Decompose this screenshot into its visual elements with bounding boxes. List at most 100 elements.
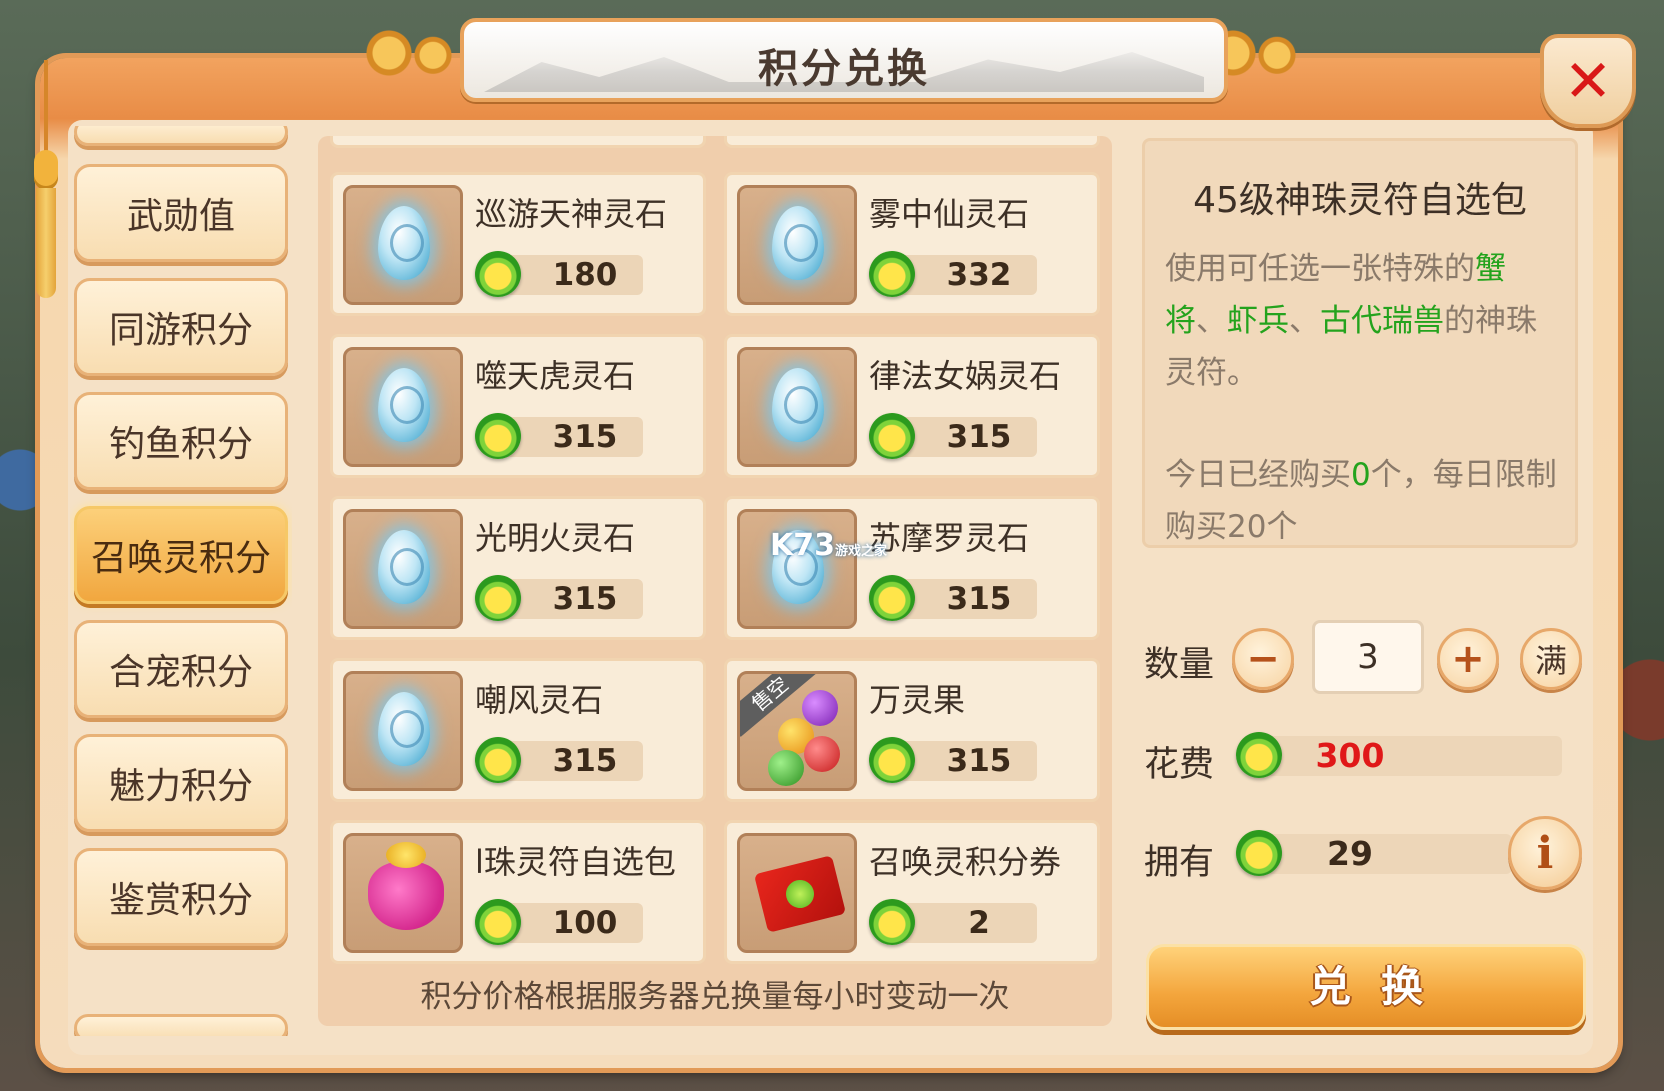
points-gem-icon (475, 899, 521, 945)
spirit-stone-egg-icon (378, 368, 430, 442)
item-thumb (343, 509, 463, 629)
item-thumb (343, 671, 463, 791)
item-name: 噬天虎灵石 (475, 357, 636, 395)
own-value: 29 (1258, 834, 1512, 874)
category-pet-merge[interactable]: 合宠积分 (74, 620, 288, 718)
item-thumb (737, 185, 857, 305)
window-title: 积分兑换 (758, 46, 930, 92)
info-button[interactable]: i (1508, 816, 1582, 890)
watermark-sub: 游戏之家 (835, 544, 888, 559)
points-gem-icon (475, 575, 521, 621)
item-name: l珠灵符自选包 (475, 843, 676, 881)
own-label: 拥有 (1144, 843, 1215, 883)
category-sidebar[interactable]: 武勋值 同游积分 钓鱼积分 召唤灵积分 合宠积分 魅力积分 鉴赏积分 (70, 126, 292, 1036)
item-card[interactable]: 巡游天神灵石 180 (330, 172, 706, 316)
points-gem-icon (869, 251, 915, 297)
purchase-limit: 今日已经购买0个，每日限制购买20个 (1165, 449, 1559, 545)
item-price: 332 (897, 255, 1037, 295)
spirit-stone-egg-icon (772, 368, 824, 442)
title-plate: 积分兑换 (460, 18, 1228, 102)
item-name: 律法女娲灵石 (869, 357, 1062, 395)
category-wuxun[interactable]: 武勋值 (74, 164, 288, 262)
item-price: 180 (503, 255, 643, 295)
item-name: 嘲风灵石 (475, 681, 604, 719)
points-gem-icon (475, 251, 521, 297)
limit-count: 0 (1351, 457, 1371, 493)
category-tongyou[interactable]: 同游积分 (74, 278, 288, 376)
desc-text: 、 (1196, 303, 1227, 339)
item-name: 万灵果 (869, 681, 966, 719)
item-grid[interactable]: 巡游天神灵石 180 雾中仙灵石 332 噬天虎灵石 315 律法女娲灵石 31… (318, 136, 1112, 1026)
spirit-stone-egg-icon (378, 692, 430, 766)
category-partial-top[interactable] (74, 126, 288, 146)
item-detail-panel: 45级神珠灵符自选包 使用可任选一张特殊的蟹将、虾兵、古代瑞兽的神珠灵符。 今日… (1142, 138, 1578, 548)
item-card[interactable]: 苏摩罗灵石 315 (724, 496, 1100, 640)
desc-highlight: 古代瑞兽 (1320, 303, 1444, 339)
lucky-bag-icon (368, 842, 444, 930)
item-card[interactable]: l珠灵符自选包 100 (330, 820, 706, 964)
item-card[interactable]: 光明火灵石 315 (330, 496, 706, 640)
item-card[interactable]: 召唤灵积分券 2 (724, 820, 1100, 964)
category-appraise[interactable]: 鉴赏积分 (74, 848, 288, 946)
coupon-icon (753, 855, 847, 933)
points-gem-icon (869, 737, 915, 783)
item-card[interactable]: 律法女娲灵石 315 (724, 334, 1100, 478)
item-price: 100 (503, 903, 643, 943)
category-fishing[interactable]: 钓鱼积分 (74, 392, 288, 490)
item-name: 召唤灵积分券 (869, 843, 1062, 881)
tassel-decoration (26, 60, 66, 300)
points-gem-icon (475, 737, 521, 783)
cloud-ornament-left (356, 30, 466, 76)
fruit-cluster-icon (768, 750, 804, 786)
max-button[interactable]: 满 (1520, 628, 1582, 690)
item-thumb (737, 509, 857, 629)
item-card-partial[interactable] (724, 136, 1100, 148)
minus-button[interactable]: − (1232, 628, 1294, 690)
item-name: 光明火灵石 (475, 519, 636, 557)
points-gem-icon (869, 413, 915, 459)
desc-text: 、 (1289, 303, 1320, 339)
item-price: 2 (897, 903, 1037, 943)
quantity-label: 数量 (1144, 645, 1215, 685)
price-notice: 积分价格根据服务器兑换量每小时变动一次 (420, 979, 1010, 1015)
item-thumb (343, 833, 463, 953)
item-thumb (737, 833, 857, 953)
item-card[interactable]: 售空 万灵果 315 (724, 658, 1100, 802)
item-price: 315 (897, 579, 1037, 619)
spirit-stone-egg-icon (378, 530, 430, 604)
item-card[interactable]: 嘲风灵石 315 (330, 658, 706, 802)
item-price: 315 (503, 579, 643, 619)
quantity-input[interactable]: 3 (1312, 620, 1424, 694)
fruit-cluster-icon (802, 690, 838, 726)
detail-title: 45级神珠灵符自选包 (1193, 180, 1527, 221)
watermark-brand: K73 (770, 528, 835, 563)
close-button[interactable]: ✕ (1540, 34, 1636, 128)
limit-text: 今日已经购买 (1165, 457, 1351, 493)
item-thumb (343, 347, 463, 467)
plus-button[interactable]: + (1437, 628, 1499, 690)
spirit-stone-egg-icon (772, 206, 824, 280)
item-card-partial[interactable] (330, 136, 706, 148)
site-watermark: K73游戏之家 (770, 528, 887, 563)
item-name: 雾中仙灵石 (869, 195, 1030, 233)
category-summon[interactable]: 召唤灵积分 (74, 506, 288, 604)
item-price: 315 (897, 741, 1037, 781)
item-price: 315 (503, 741, 643, 781)
item-name: 巡游天神灵石 (475, 195, 668, 233)
points-gem-icon (869, 575, 915, 621)
category-charm[interactable]: 魅力积分 (74, 734, 288, 832)
points-gem-icon (475, 413, 521, 459)
points-gem-icon (1236, 732, 1282, 778)
cost-label: 花费 (1144, 745, 1215, 785)
item-price: 315 (503, 417, 643, 457)
points-gem-icon (1236, 830, 1282, 876)
item-card[interactable]: 雾中仙灵石 332 (724, 172, 1100, 316)
exchange-button[interactable]: 兑换 (1146, 944, 1586, 1030)
item-price: 315 (897, 417, 1037, 457)
category-partial-bottom[interactable] (74, 1014, 288, 1036)
spirit-stone-egg-icon (378, 206, 430, 280)
item-card[interactable]: 噬天虎灵石 315 (330, 334, 706, 478)
item-thumb: 售空 (737, 671, 857, 791)
desc-highlight: 虾兵 (1227, 303, 1289, 339)
desc-text: 使用可任选一张特殊的 (1165, 251, 1475, 287)
